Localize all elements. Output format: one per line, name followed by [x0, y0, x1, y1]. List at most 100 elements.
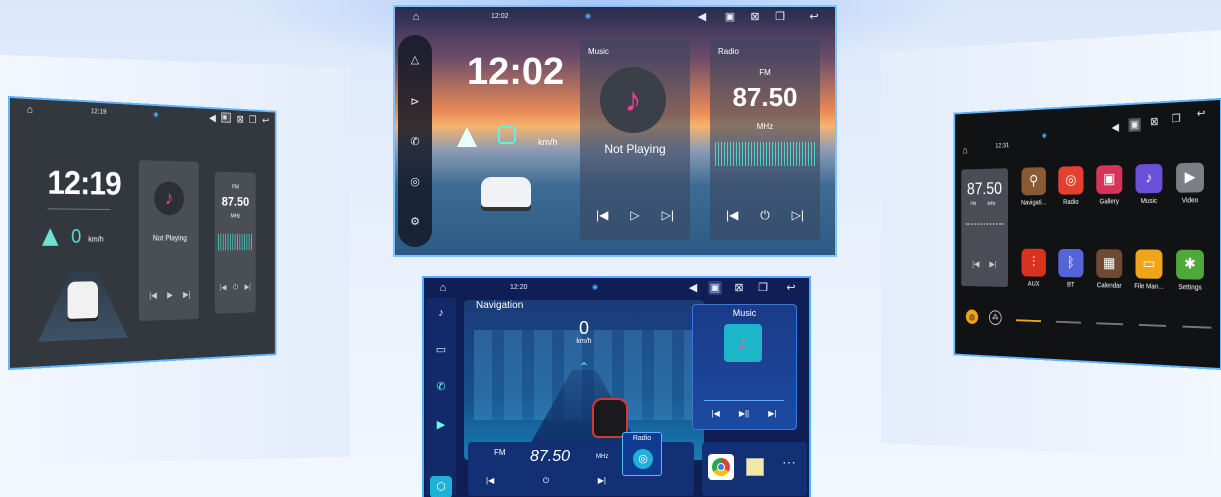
navigation-icon[interactable]: ⬡: [430, 476, 452, 497]
chrome-icon[interactable]: [708, 454, 734, 480]
status-time: 12:02: [491, 13, 509, 20]
navigation-icon[interactable]: △: [408, 53, 422, 67]
phone-icon[interactable]: ✆: [434, 380, 448, 394]
radio-waveform: [715, 142, 815, 166]
volume-icon[interactable]: ◀: [686, 281, 700, 295]
power-icon[interactable]: ⏻: [760, 208, 770, 223]
next-icon[interactable]: ▶|: [768, 409, 776, 418]
camera-icon[interactable]: ▣: [221, 112, 231, 123]
camera-icon[interactable]: ▣: [1128, 117, 1141, 132]
more-icon[interactable]: ⋯: [782, 454, 796, 471]
volume-icon[interactable]: ◀: [1109, 121, 1121, 135]
next-icon[interactable]: ▷|: [662, 208, 674, 222]
back-icon[interactable]: ↩: [1195, 107, 1208, 122]
radio-widget[interactable]: FM 87.50 MHz |◀ ⏻ ▶|: [214, 171, 256, 314]
podcast-icon: ◎: [633, 449, 653, 469]
chevron-up-icon: ⌃: [578, 360, 590, 374]
seek-forward-icon[interactable]: ▷|: [792, 208, 804, 223]
close-icon[interactable]: ⊠: [235, 113, 246, 126]
seek-back-icon[interactable]: |◀: [972, 259, 979, 269]
seek-back-icon[interactable]: |◀: [726, 208, 738, 223]
radio-widget[interactable]: FM 87.50 MHz |◀ ⏻ ▶| Radio ◎: [468, 432, 694, 496]
play-circle-icon[interactable]: ▶: [434, 418, 448, 432]
speed-value: 0: [71, 226, 82, 248]
power-icon[interactable]: ⏻: [543, 476, 549, 486]
seek-forward-icon[interactable]: ▶|: [598, 476, 606, 486]
app-calendar[interactable]: ▦ Calendar: [1092, 249, 1127, 290]
radio-frequency: 87.50: [221, 193, 250, 209]
home-icon[interactable]: ⌂: [960, 144, 971, 157]
navigation-widget[interactable]: Navigation 0 km/h ⌃: [464, 300, 704, 460]
back-icon[interactable]: ↩: [784, 281, 798, 295]
all-apps-icon[interactable]: ⁂: [989, 310, 1002, 326]
seek-forward-icon[interactable]: ▶|: [245, 283, 251, 292]
gallery-icon: ▣: [1096, 164, 1123, 195]
volume-icon[interactable]: ◀: [695, 10, 709, 24]
left-headunit-screen: ⌂ 12:19 ◉ ◀ ▣ ⊠ ❐ ↩ 12:19 0 km/h ♪ Not P…: [10, 98, 275, 368]
play-circle-icon[interactable]: ⊳: [408, 95, 422, 109]
music-icon: ♪: [1135, 163, 1163, 194]
camera-icon[interactable]: ▣: [708, 281, 722, 295]
radio-title: Radio: [718, 47, 739, 56]
volume-icon[interactable]: ◀: [207, 112, 218, 125]
seek-back-icon[interactable]: |◀: [486, 476, 494, 486]
previous-icon[interactable]: |◀: [149, 290, 157, 301]
music-widget[interactable]: Music ♪ Not Playing |◀ ▷ ▷|: [580, 40, 690, 240]
side-dock: ♪ ▭ ✆ ▶ ⬡: [426, 298, 456, 497]
music-widget[interactable]: Music ♪ |◀ ▶|| ▶|: [692, 304, 797, 430]
play-icon[interactable]: ▷: [630, 208, 639, 222]
play-pause-icon[interactable]: ▶||: [739, 409, 749, 418]
maps-icon[interactable]: [746, 458, 764, 476]
speed-unit: km/h: [538, 137, 558, 147]
seek-back-icon[interactable]: |◀: [220, 283, 227, 292]
recent-apps-icon[interactable]: ❐: [1170, 112, 1183, 126]
app-video[interactable]: ▶ Video: [1172, 162, 1209, 204]
settings-icon[interactable]: ⚙: [408, 215, 422, 229]
app-bt[interactable]: ᛒ BT: [1054, 248, 1088, 289]
play-icon: ▶: [1176, 162, 1204, 193]
close-icon[interactable]: ⊠: [748, 10, 762, 24]
app-fileman[interactable]: ▭ File Man...: [1131, 249, 1167, 291]
app-radio[interactable]: ◎ Radio: [1054, 165, 1088, 206]
recent-apps-icon[interactable]: ❐: [773, 10, 787, 24]
radio-band: FM: [494, 448, 506, 457]
app-label: Navigati...: [1021, 199, 1047, 207]
radio-icon[interactable]: ▭: [434, 343, 448, 357]
podcast-icon[interactable]: ◎: [408, 175, 422, 189]
phone-icon[interactable]: ✆: [408, 135, 422, 149]
seek-forward-icon[interactable]: ▶|: [989, 259, 996, 269]
app-shortcuts: ⋯: [702, 442, 807, 496]
previous-icon[interactable]: |◀: [712, 409, 720, 418]
radio-widget[interactable]: 87.50 FM MHz |◀ ▶|: [961, 168, 1008, 288]
home-icon[interactable]: ⌂: [409, 10, 423, 24]
close-icon[interactable]: ⊠: [1148, 115, 1161, 129]
radio-tile[interactable]: Radio ◎: [622, 432, 662, 476]
back-icon[interactable]: ↩: [807, 10, 821, 24]
close-icon[interactable]: ⊠: [732, 281, 746, 295]
next-icon[interactable]: ▶|: [183, 290, 191, 300]
app-settings[interactable]: ✱ Settings: [1172, 249, 1209, 292]
play-icon[interactable]: ▶: [167, 290, 173, 300]
app-gallery[interactable]: ▣ Gallery: [1092, 164, 1127, 206]
app-music[interactable]: ♪ Music: [1131, 163, 1167, 206]
back-icon[interactable]: ↩: [260, 114, 271, 127]
recent-apps-icon[interactable]: ❐: [247, 114, 258, 127]
car-mode-icon[interactable]: ◍: [965, 309, 979, 325]
app-navigati[interactable]: ⚲ Navigati...: [1018, 167, 1051, 206]
app-aux[interactable]: ⫶ AUX: [1018, 248, 1051, 288]
app-label: Video: [1181, 197, 1199, 205]
home-icon[interactable]: ⌂: [436, 281, 450, 295]
music-icon[interactable]: ♪: [434, 306, 448, 320]
recent-apps-icon[interactable]: ❐: [756, 281, 770, 295]
power-icon[interactable]: ⏻: [233, 283, 238, 292]
camera-icon[interactable]: ▣: [723, 10, 737, 24]
radio-frequency: 87.50: [732, 82, 798, 112]
radio-widget[interactable]: Radio FM 87.50 MHz |◀ ⏻ ▷|: [710, 40, 820, 240]
home-icon[interactable]: ⌂: [23, 103, 36, 118]
music-widget[interactable]: ♪ Not Playing |◀ ▶ ▶|: [138, 160, 199, 322]
car-image: [67, 281, 99, 319]
radio-waveform: [965, 223, 1004, 231]
previous-icon[interactable]: |◀: [596, 208, 608, 222]
progress-track[interactable]: [704, 400, 784, 401]
radio-frequency: 87.50: [530, 448, 571, 465]
